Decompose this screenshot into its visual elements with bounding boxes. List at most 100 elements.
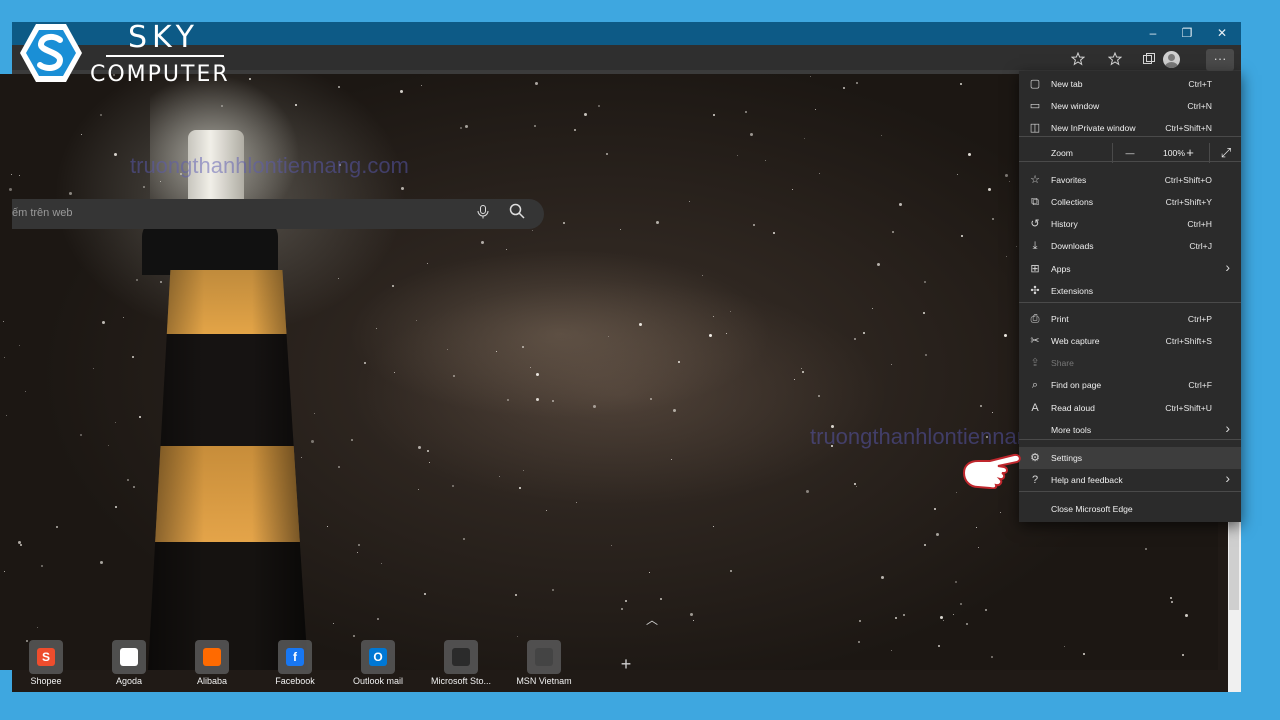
- quick-link-tile[interactable]: Agoda: [87, 640, 171, 686]
- zoom-out-button[interactable]: —: [1117, 142, 1143, 164]
- star: [327, 526, 329, 528]
- menu-item-label: Extensions: [1051, 286, 1094, 296]
- menu-item-shortcut: Ctrl+H: [1187, 219, 1212, 229]
- star: [81, 134, 83, 136]
- star: [536, 398, 540, 402]
- star: [40, 565, 43, 568]
- star: [611, 545, 613, 547]
- menu-item-label: Apps: [1051, 264, 1071, 274]
- star: [935, 532, 939, 536]
- star: [417, 489, 419, 491]
- profile-avatar[interactable]: [1163, 51, 1180, 68]
- menu-item-label: Collections: [1051, 197, 1094, 207]
- web-search-box[interactable]: ếm trên web: [12, 199, 544, 229]
- menu-item-zoom: Zoom —100% + ⤢: [1019, 142, 1241, 164]
- star: [426, 449, 429, 452]
- star: [689, 613, 693, 617]
- menu-item-share[interactable]: ⇪ Share: [1019, 352, 1241, 374]
- star: [92, 368, 94, 370]
- menu-item-apps[interactable]: ⊞ Apps ›: [1019, 258, 1241, 280]
- menu-item-help-and-feedback[interactable]: ? Help and feedback ›: [1019, 469, 1241, 491]
- star: [143, 186, 146, 189]
- star: [18, 345, 20, 347]
- restore-button[interactable]: ❐: [1170, 22, 1204, 45]
- star: [854, 338, 857, 341]
- star: [898, 202, 902, 206]
- menu-item-close-microsoft-edge[interactable]: Close Microsoft Edge: [1019, 498, 1241, 520]
- quick-link-tile[interactable]: O Outlook mail: [336, 640, 420, 686]
- add-favorite-button[interactable]: [1065, 49, 1091, 69]
- star: [1004, 173, 1008, 177]
- read-aloud-icon: A: [1031, 402, 1039, 414]
- star: [855, 81, 858, 84]
- fullscreen-icon[interactable]: ⤢: [1213, 142, 1239, 164]
- quick-link-icon-tile: [112, 640, 146, 674]
- minimize-button[interactable]: –: [1136, 22, 1170, 45]
- star: [673, 408, 677, 412]
- zoom-in-button[interactable]: +: [1177, 142, 1203, 164]
- star: [671, 458, 673, 460]
- menu-separator: [1019, 302, 1241, 303]
- star: [375, 327, 377, 329]
- star: [337, 465, 340, 468]
- star: [1184, 614, 1188, 618]
- star: [801, 368, 803, 370]
- star: [894, 616, 897, 619]
- history-icon: ↺: [1030, 218, 1040, 230]
- star: [135, 279, 138, 282]
- menu-item-settings[interactable]: ⚙ Settings: [1019, 447, 1241, 469]
- star: [421, 84, 423, 86]
- chevron-up-icon[interactable]: ︿: [645, 611, 659, 627]
- menu-item-find-on-page[interactable]: ⌕ Find on page Ctrl+F: [1019, 374, 1241, 396]
- menu-item-new-inprivate-window[interactable]: ◫ New InPrivate window Ctrl+Shift+N: [1019, 117, 1241, 139]
- menu-item-shortcut: Ctrl+Shift+O: [1164, 175, 1212, 185]
- chevron-right-icon: ›: [1225, 420, 1230, 436]
- menu-item-more-tools[interactable]: More tools ›: [1019, 419, 1241, 441]
- menu-item-shortcut: Ctrl+T: [1188, 79, 1212, 89]
- menu-item-new-tab[interactable]: ▢ New tab Ctrl+T: [1019, 73, 1241, 95]
- quick-link-tile[interactable]: f Facebook: [253, 640, 337, 686]
- star: [639, 322, 643, 326]
- settings-and-more-button[interactable]: ···: [1206, 49, 1234, 71]
- menu-item-new-window[interactable]: ▭ New window Ctrl+N: [1019, 95, 1241, 117]
- star: [159, 280, 162, 283]
- add-site-button[interactable]: +: [616, 654, 636, 674]
- microphone-icon[interactable]: [472, 203, 494, 225]
- collections-button[interactable]: [1136, 49, 1162, 69]
- close-window-button[interactable]: ✕: [1205, 22, 1239, 45]
- favorites-button[interactable]: [1102, 49, 1128, 69]
- quick-link-tile[interactable]: Alibaba: [170, 640, 254, 686]
- quick-link-icon-tile: S: [29, 640, 63, 674]
- menu-item-print[interactable]: ⎙ Print Ctrl+P: [1019, 308, 1241, 330]
- star: [516, 635, 518, 637]
- menu-item-collections[interactable]: ⧉ Collections Ctrl+Shift+Y: [1019, 191, 1241, 213]
- star: [1082, 652, 1085, 655]
- search-icon[interactable]: [506, 203, 528, 225]
- menu-item-history[interactable]: ↺ History Ctrl+H: [1019, 213, 1241, 235]
- menu-item-read-aloud[interactable]: A Read aloud Ctrl+Shift+U: [1019, 397, 1241, 419]
- quick-link-tile[interactable]: Microsoft Sto...: [419, 640, 503, 686]
- star: [132, 485, 135, 488]
- quick-link-tile[interactable]: S Shopee: [4, 640, 88, 686]
- star: [597, 104, 600, 107]
- star: [80, 433, 83, 436]
- menu-item-favorites[interactable]: ☆ Favorites Ctrl+Shift+O: [1019, 169, 1241, 191]
- menu-item-downloads[interactable]: ⤓ Downloads Ctrl+J: [1019, 235, 1241, 257]
- menu-item-extensions[interactable]: ✣ Extensions: [1019, 280, 1241, 302]
- star: [605, 152, 608, 155]
- star: [872, 307, 874, 309]
- favorites-icon: [1107, 51, 1123, 66]
- star: [862, 331, 865, 334]
- star: [115, 506, 118, 509]
- menu-item-web-capture[interactable]: ✂ Web capture Ctrl+Shift+S: [1019, 330, 1241, 352]
- quick-link-tile[interactable]: MSN Vietnam: [502, 640, 586, 686]
- star: [530, 366, 532, 368]
- apps-icon: ⊞: [1030, 263, 1040, 275]
- star: [522, 345, 525, 348]
- zoom-divider: [1209, 143, 1210, 163]
- scrollbar-thumb[interactable]: [1229, 520, 1239, 610]
- star: [417, 445, 421, 449]
- quick-link-icon-tile: [195, 640, 229, 674]
- star: [481, 241, 485, 245]
- star: [507, 398, 510, 401]
